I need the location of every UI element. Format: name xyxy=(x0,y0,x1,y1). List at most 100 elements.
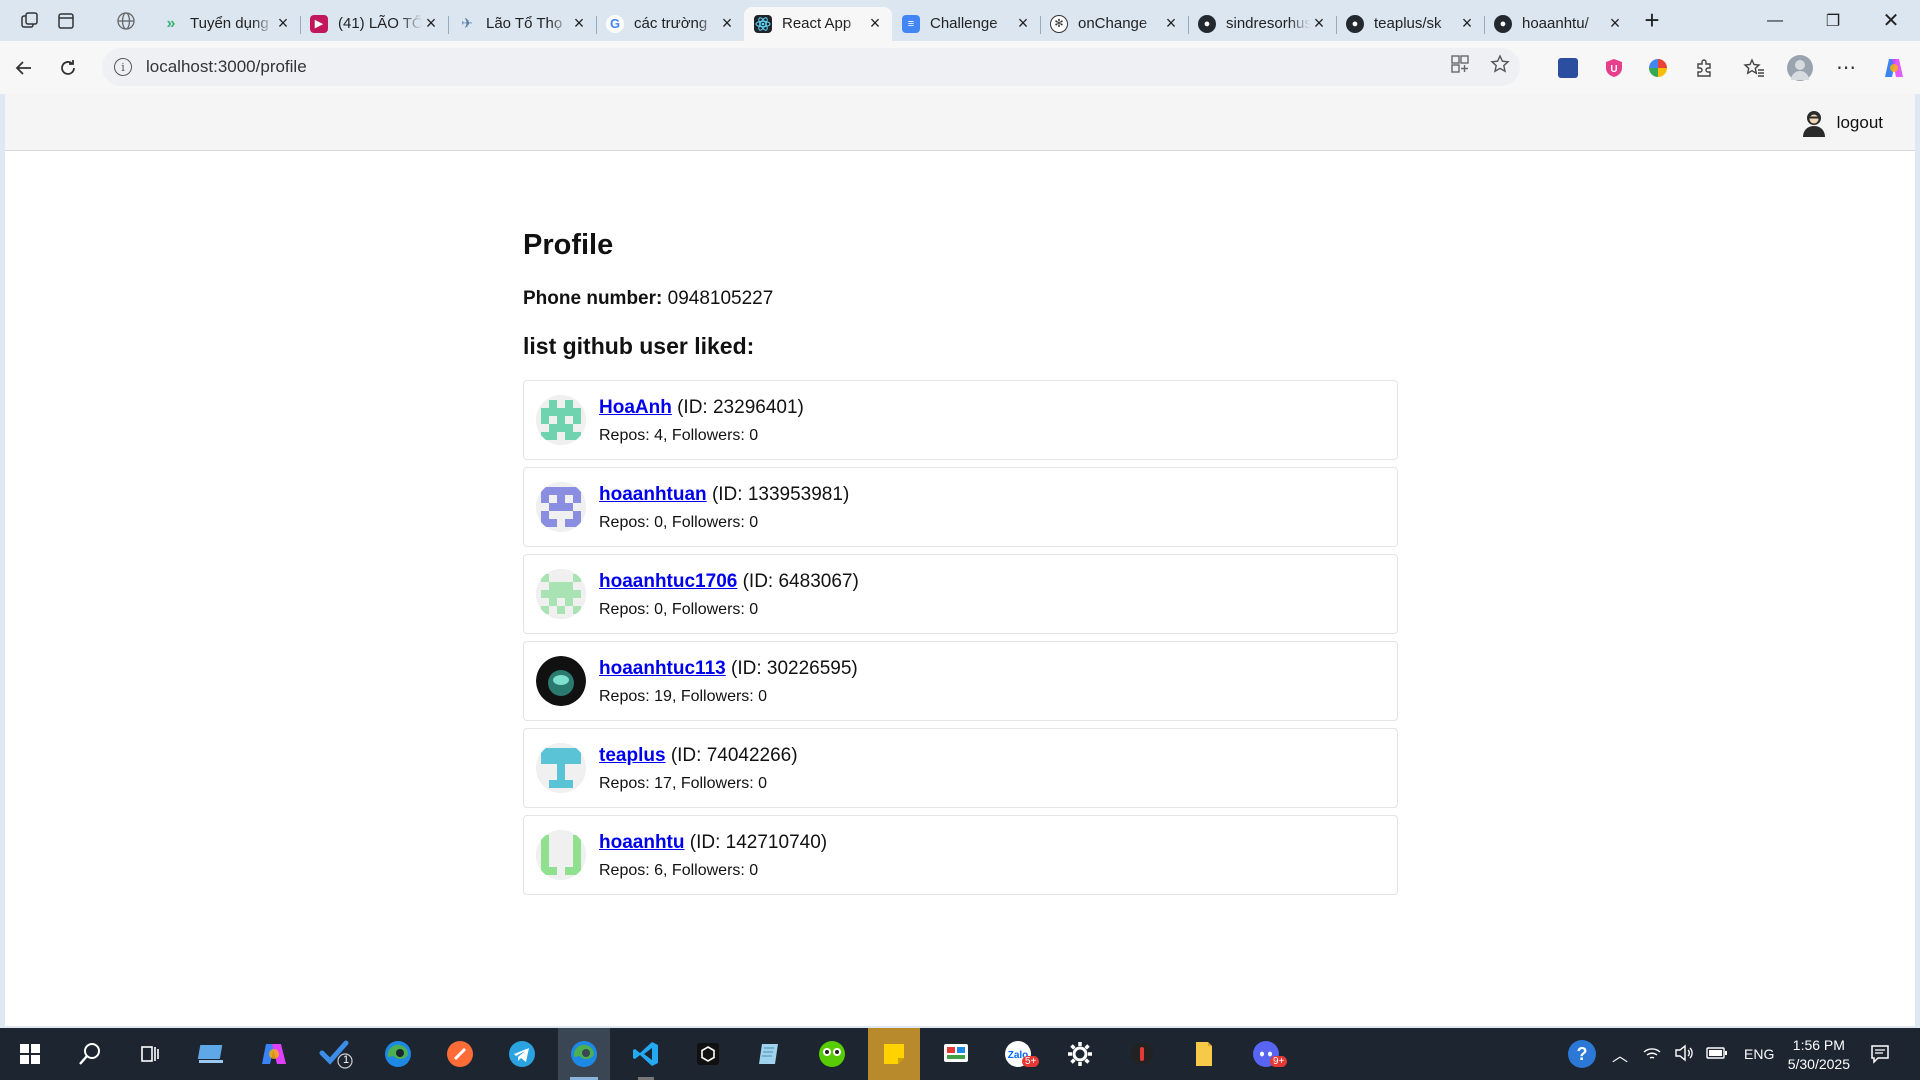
sticky-notes-app-icon[interactable] xyxy=(868,1028,920,1080)
zalo-badge: 5+ xyxy=(1022,1056,1040,1067)
globe-icon[interactable] xyxy=(108,3,144,39)
language-indicator[interactable]: ENG xyxy=(1744,1046,1774,1062)
translate-extension-icon[interactable] xyxy=(1548,41,1588,94)
wifi-icon[interactable] xyxy=(1642,1044,1662,1065)
avatar xyxy=(536,656,586,706)
phone-value: 0948105227 xyxy=(667,288,774,309)
minimize-button[interactable]: — xyxy=(1746,0,1804,41)
tab-title: onChange xyxy=(1078,15,1148,32)
notepad-app-icon[interactable] xyxy=(744,1028,796,1080)
edge-app-icon[interactable] xyxy=(372,1028,424,1080)
profile-avatar-icon[interactable] xyxy=(1780,41,1820,94)
browser-tab[interactable]: ✻ onChange × xyxy=(1040,7,1188,41)
clock-time: 1:56 PM xyxy=(1792,1037,1845,1053)
github-icon: ● xyxy=(1198,14,1216,33)
user-profile-link[interactable]: teaplus xyxy=(599,745,666,766)
help-icon[interactable]: ? xyxy=(1568,1040,1596,1068)
close-tab-icon[interactable]: × xyxy=(422,13,440,34)
workspaces-icon[interactable] xyxy=(12,3,48,39)
zalo-app-icon[interactable]: Zalo 5+ xyxy=(992,1028,1044,1080)
close-tab-icon[interactable]: × xyxy=(718,13,736,34)
user-profile-link[interactable]: hoaanhtuan xyxy=(599,484,707,505)
user-profile-link[interactable]: hoaanhtuc113 xyxy=(599,658,726,679)
user-id: (ID: 23296401) xyxy=(677,397,804,418)
task-view-icon[interactable] xyxy=(124,1028,176,1080)
react-icon xyxy=(754,14,772,33)
user-id: (ID: 74042266) xyxy=(670,745,798,766)
user-id: (ID: 133953981) xyxy=(711,484,850,505)
back-button[interactable] xyxy=(2,46,46,90)
browser-tab[interactable]: ● sindresorhus × xyxy=(1188,7,1336,41)
user-stats: Repos: 17, Followers: 0 xyxy=(599,775,768,792)
close-tab-icon[interactable]: × xyxy=(1458,13,1476,34)
browser-tab[interactable]: ✈ Lão Tổ Thọ × xyxy=(448,7,596,41)
browser-tab[interactable]: ▶ (41) LÃO TỔ × xyxy=(300,7,448,41)
user-stats: Repos: 0, Followers: 0 xyxy=(599,514,759,531)
settings-gear-icon[interactable] xyxy=(1054,1028,1106,1080)
close-window-button[interactable]: ✕ xyxy=(1862,0,1920,41)
close-tab-icon[interactable]: × xyxy=(1310,13,1328,34)
close-tab-icon[interactable]: × xyxy=(866,13,884,34)
favorites-icon[interactable] xyxy=(1734,41,1774,94)
restore-button[interactable]: ❐ xyxy=(1804,0,1862,41)
tab-actions-icon[interactable] xyxy=(48,3,84,39)
list-item: hoaanhtu (ID: 142710740) Repos: 6, Follo… xyxy=(523,815,1398,895)
phone-label: Phone number: xyxy=(523,288,663,309)
more-menu-icon[interactable]: ⋯ xyxy=(1826,41,1866,94)
todo-app-icon[interactable]: 1 xyxy=(310,1028,362,1080)
battery-icon[interactable] xyxy=(1706,1046,1728,1063)
edge-active-app-icon[interactable] xyxy=(558,1028,610,1080)
app-available-icon[interactable] xyxy=(1450,54,1470,80)
tab-title: teaplus/sk xyxy=(1374,15,1442,32)
extensions-puzzle-icon[interactable] xyxy=(1684,41,1724,94)
browser-tab[interactable]: » Tuyển dụng × xyxy=(152,7,300,41)
copilot-icon[interactable] xyxy=(1874,41,1914,94)
reload-button[interactable] xyxy=(46,46,90,90)
close-tab-icon[interactable]: × xyxy=(1606,13,1624,34)
browser-tab[interactable]: G các trường × xyxy=(596,7,744,41)
user-stats: Repos: 19, Followers: 0 xyxy=(599,688,768,705)
url-text[interactable]: localhost:3000/profile xyxy=(146,57,307,77)
vscode-app-icon[interactable] xyxy=(620,1028,672,1080)
close-tab-icon[interactable]: × xyxy=(274,13,292,34)
unity-app-icon[interactable] xyxy=(682,1028,734,1080)
site-info-icon[interactable]: i xyxy=(114,58,132,76)
duolingo-app-icon[interactable] xyxy=(806,1028,858,1080)
favorite-star-icon[interactable] xyxy=(1490,54,1510,80)
telegram-app-icon[interactable] xyxy=(496,1028,548,1080)
chevron-up-icon[interactable]: ︿ xyxy=(1612,1042,1628,1066)
browser-tab-strip: » Tuyển dụng × ▶ (41) LÃO TỔ × ✈ Lão Tổ … xyxy=(0,0,1920,41)
app-header: logout xyxy=(5,94,1915,151)
recorder-app-icon[interactable] xyxy=(1116,1028,1168,1080)
start-button[interactable] xyxy=(4,1028,56,1080)
address-bar[interactable]: i localhost:3000/profile xyxy=(102,48,1520,86)
postman-app-icon[interactable] xyxy=(434,1028,486,1080)
clock-date: 5/30/2025 xyxy=(1787,1056,1850,1072)
user-profile-link[interactable]: hoaanhtu xyxy=(599,832,685,853)
color-picker-extension-icon[interactable] xyxy=(1638,41,1678,94)
logout-button[interactable]: logout xyxy=(1799,108,1883,138)
close-tab-icon[interactable]: × xyxy=(570,13,588,34)
user-profile-link[interactable]: HoaAnh xyxy=(599,397,672,418)
user-profile-link[interactable]: hoaanhtuc1706 xyxy=(599,571,737,592)
new-tab-button[interactable]: + xyxy=(1632,5,1672,36)
gallery-app-icon[interactable] xyxy=(930,1028,982,1080)
file-manager-app-icon[interactable] xyxy=(186,1028,238,1080)
copilot-app-icon[interactable] xyxy=(248,1028,300,1080)
browser-tab[interactable]: ● teaplus/sk × xyxy=(1336,7,1484,41)
liked-users-heading: list github user liked: xyxy=(523,333,755,359)
volume-icon[interactable] xyxy=(1674,1044,1694,1065)
notifications-icon[interactable] xyxy=(1854,1028,1906,1080)
list-item: hoaanhtuan (ID: 133953981) Repos: 0, Fol… xyxy=(523,467,1398,547)
close-tab-icon[interactable]: × xyxy=(1162,13,1180,34)
ublock-extension-icon[interactable]: U xyxy=(1594,41,1634,94)
browser-tab[interactable]: ≡ Challenge × xyxy=(892,7,1040,41)
browser-tab-active[interactable]: React App × xyxy=(744,6,892,41)
todo-badge: 1 xyxy=(343,1054,350,1066)
discord-app-icon[interactable]: 9+ xyxy=(1240,1028,1292,1080)
clock[interactable]: 1:56 PM 5/30/2025 xyxy=(1788,1036,1850,1074)
browser-tab[interactable]: ● hoaanhtu/ × xyxy=(1484,7,1632,41)
search-icon[interactable] xyxy=(64,1028,116,1080)
file-explorer-app-icon[interactable] xyxy=(1178,1028,1230,1080)
close-tab-icon[interactable]: × xyxy=(1014,13,1032,34)
